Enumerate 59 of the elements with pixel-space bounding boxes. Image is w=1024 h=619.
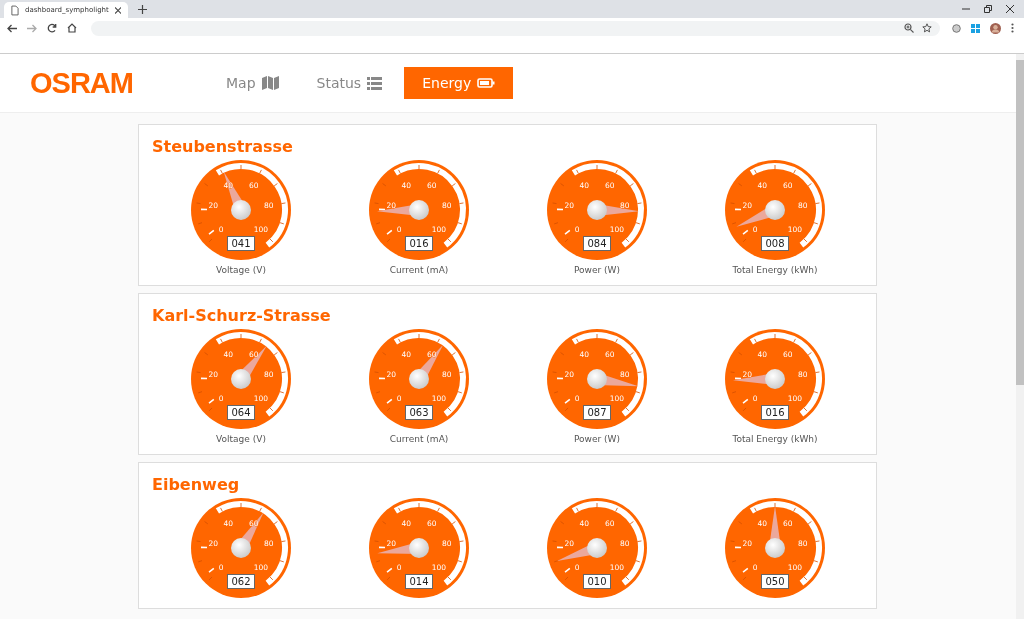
battery-icon: [477, 78, 496, 88]
map-icon: [261, 76, 279, 90]
gauge-label: Current (mA): [389, 265, 449, 275]
zoom-icon[interactable]: [904, 23, 914, 33]
needle-hub: [231, 200, 251, 220]
close-icon[interactable]: [114, 6, 121, 14]
section-title: Karl-Schurz-Strasse: [152, 306, 332, 325]
needle-hub: [765, 200, 785, 220]
gauge-reading: 016: [405, 236, 433, 251]
gauge-label: Power (W): [574, 265, 620, 275]
windows-icon[interactable]: [971, 23, 980, 33]
nav-tab[interactable]: Status: [300, 67, 399, 99]
gauge-reading: 063: [405, 405, 433, 420]
needle-hub: [231, 369, 251, 389]
gauge-label: Total Energy (kWh): [732, 265, 818, 275]
home-icon[interactable]: [67, 23, 77, 33]
new-tab-icon[interactable]: [138, 4, 147, 14]
gauge-reading: 087: [583, 405, 611, 420]
needle-hub: [587, 538, 607, 558]
gauge-reading: 014: [405, 574, 433, 589]
scrollbar[interactable]: [1016, 54, 1024, 619]
needle-hub: [409, 538, 429, 558]
gauge-label: Total Energy (kWh): [732, 434, 818, 444]
needle-hub: [231, 538, 251, 558]
gauge-reading: 064: [227, 405, 255, 420]
gauge-reading: 084: [583, 236, 611, 251]
logo[interactable]: OSRAM: [30, 66, 200, 100]
gauge-label: Power (W): [574, 434, 620, 444]
page-icon: [11, 4, 19, 16]
section-title: Eibenweg: [152, 475, 241, 494]
reload-icon[interactable]: [47, 23, 57, 33]
gauge-reading: 010: [583, 574, 611, 589]
back-icon[interactable]: [7, 23, 17, 33]
close-icon[interactable]: [1006, 5, 1014, 13]
gauge-label: Voltage (V): [216, 434, 266, 444]
star-icon[interactable]: [922, 23, 932, 33]
gauge-reading: 062: [227, 574, 255, 589]
minimize-icon[interactable]: [962, 5, 970, 13]
needle-hub: [765, 369, 785, 389]
needle-hub: [765, 538, 785, 558]
avatar-icon[interactable]: [990, 22, 1001, 34]
gauge-reading: 041: [227, 236, 255, 251]
gauge-label: Voltage (V): [216, 265, 266, 275]
gauge-reading: 050: [761, 574, 789, 589]
extension-icon[interactable]: [952, 23, 961, 33]
scrollbar-thumb[interactable]: [1016, 60, 1024, 385]
section-title: Steubenstrasse: [152, 137, 294, 156]
list-icon: [367, 76, 383, 90]
needle-hub: [409, 369, 429, 389]
restore-icon[interactable]: [984, 5, 992, 13]
needle-hub: [587, 200, 607, 220]
menu-icon[interactable]: [1011, 23, 1014, 33]
gauge-reading: 016: [761, 405, 789, 420]
gauge-reading: 008: [761, 236, 789, 251]
nav-tab[interactable]: Map: [210, 67, 295, 99]
gauge-label: Current (mA): [389, 434, 449, 444]
needle-hub: [587, 369, 607, 389]
needle-hub: [409, 200, 429, 220]
nav-tab[interactable]: Energy: [404, 67, 514, 99]
